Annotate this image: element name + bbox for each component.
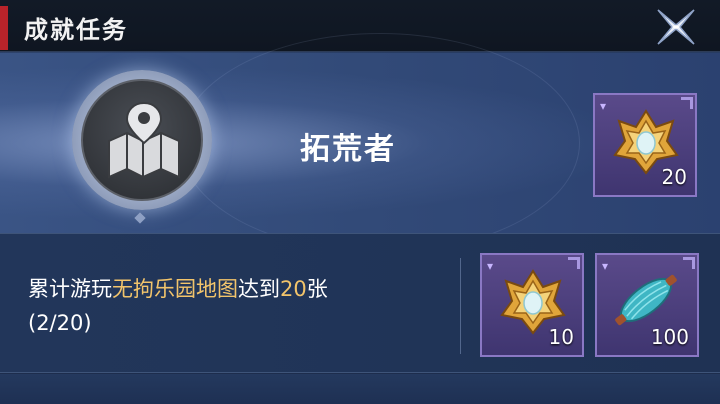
- task-progress: (2/20): [28, 311, 92, 335]
- close-button[interactable]: [650, 6, 702, 48]
- desc-highlight-map: 无拘乐园地图: [112, 277, 238, 301]
- divider: [460, 258, 461, 354]
- header-accent: [0, 6, 8, 50]
- achievement-title: 拓荒者: [300, 132, 396, 167]
- card-corner-mark: [681, 97, 693, 109]
- desc-text: 达到: [238, 277, 280, 301]
- card-corner-mark: [683, 257, 695, 269]
- task-reward-card-1[interactable]: ▾ 10: [480, 253, 584, 357]
- footer-strip: [0, 374, 720, 404]
- page-title: 成就任务: [24, 16, 128, 44]
- rarity-icon: ▾: [600, 99, 607, 113]
- task-reward-card-2[interactable]: ▾ 100: [595, 253, 699, 357]
- reward-quantity: 10: [548, 325, 574, 349]
- close-x-icon: [657, 9, 695, 45]
- card-corner-mark: [568, 257, 580, 269]
- achievement-badge: [72, 70, 212, 210]
- map-pin-icon: [108, 101, 180, 179]
- desc-text: 张: [306, 277, 328, 301]
- badge-face: [81, 79, 203, 201]
- desc-highlight-count: 20: [280, 277, 307, 301]
- achievement-reward-card[interactable]: ▾ 20: [593, 93, 697, 197]
- reward-quantity: 100: [650, 325, 689, 349]
- task-description: 累计游玩无拘乐园地图达到20张 (2/20): [28, 272, 328, 340]
- desc-text: 累计游玩: [28, 277, 112, 301]
- rarity-icon: ▾: [487, 259, 494, 273]
- reward-quantity: 20: [661, 165, 687, 189]
- rarity-icon: ▾: [602, 259, 609, 273]
- achievement-window: 成就任务 拓荒者 ▾ 20 累计游玩无拘乐园地图达到20张 (2/20) ▾ 1…: [0, 0, 720, 404]
